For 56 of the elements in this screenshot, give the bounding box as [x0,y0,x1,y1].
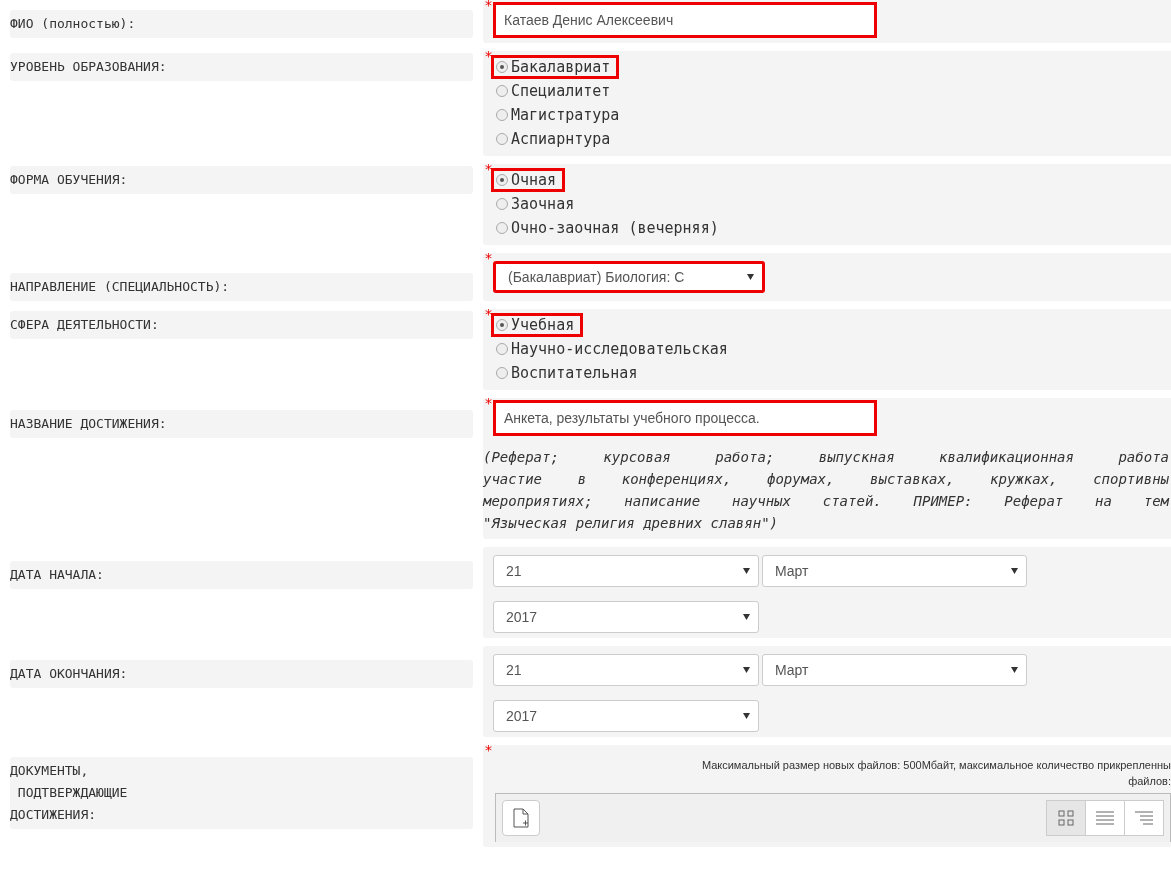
tree-list-icon [1135,811,1153,825]
text-input[interactable]: Анкета, результаты учебного процесса. [493,400,877,436]
add-file-icon [513,808,529,828]
field-label: ДАТА ОКОНЧАНИЯ: [10,660,473,688]
radio-option[interactable]: Воспитательная [491,361,647,385]
radio-option[interactable]: Специалитет [491,79,620,103]
dropdown-caret-icon [747,274,754,280]
required-asterisk: * [485,742,492,758]
radio-option[interactable]: Заочная [491,192,584,216]
dropdown-caret-icon [1011,568,1018,574]
dropdown-caret-icon [1011,667,1018,673]
dropdown-caret-icon [743,667,750,673]
tree-view-button[interactable] [1124,800,1164,836]
field-label: ДАТА НАЧАЛА: [10,561,473,589]
add-file-button[interactable] [502,800,540,836]
hint-text: участие в конференциях, форумах, выставках, кружках, спортивны [483,470,1169,489]
required-asterisk: * [485,395,492,411]
required-asterisk: * [485,0,492,13]
month-select[interactable]: Март [762,654,1027,686]
field-label: ФИО (полностью): [10,10,473,38]
month-select[interactable]: Март [762,555,1027,587]
required-asterisk: * [485,48,492,64]
radio-option[interactable]: Учебная [491,313,584,337]
required-asterisk: * [485,306,492,322]
radio-option[interactable]: Очно-заочная (вечерняя) [491,216,728,240]
day-select[interactable]: 21 [493,555,759,587]
list-view-button[interactable] [1085,800,1125,836]
radio-option[interactable]: Магистратура [491,103,629,127]
field-label: ДОКУМЕНТЫ, ПОДТВЕРЖДАЮЩИЕ ДОСТИЖЕНИЯ: [10,757,473,829]
day-select[interactable]: 21 [493,654,759,686]
file-limit-note: файлов: [1128,775,1171,787]
list-icon [1096,811,1114,825]
dropdown-caret-icon [743,614,750,620]
required-asterisk: * [485,161,492,177]
hint-text: (Реферат; курсовая работа; выпускная квалификационная работа [483,448,1169,467]
text-input[interactable]: Катаев Денис Алексеевич [493,2,877,38]
file-limit-note: Максимальный размер новых файлов: 500Мбайт, максимальное количество прикрепленны [701,759,1171,771]
radio-option[interactable]: Бакалавриат [491,55,620,79]
required-asterisk: * [485,250,492,266]
field-label: ФОРМА ОБУЧЕНИЯ: [10,166,473,194]
radio-option[interactable]: Научно-исследовательская [491,337,737,361]
field-label: НАПРАВЛЕНИЕ (СПЕЦИАЛЬНОСТЬ): [10,273,473,301]
dropdown-caret-icon [743,568,750,574]
grid-view-button[interactable] [1046,800,1086,836]
radio-option[interactable]: Очная [491,168,566,192]
radio-option[interactable]: Аспиарнтура [491,127,620,151]
hint-text: "Языческая религия древних славян") [483,514,778,533]
field-label: НАЗВАНИЕ ДОСТИЖЕНИЯ: [10,410,473,438]
grid-icon [1058,810,1074,826]
hint-text: мероприятиях; написание научных статей. ПРИМЕР: Реферат на тем [483,492,1169,511]
dropdown-caret-icon [743,713,750,719]
year-select[interactable]: 2017 [493,601,759,633]
year-select[interactable]: 2017 [493,700,759,732]
field-label: СФЕРА ДЕЯТЕЛЬНОСТИ: [10,311,473,339]
select-dropdown[interactable]: (Бакалавриат) Биология: С [493,261,765,293]
field-label: УРОВЕНЬ ОБРАЗОВАНИЯ: [10,53,473,81]
